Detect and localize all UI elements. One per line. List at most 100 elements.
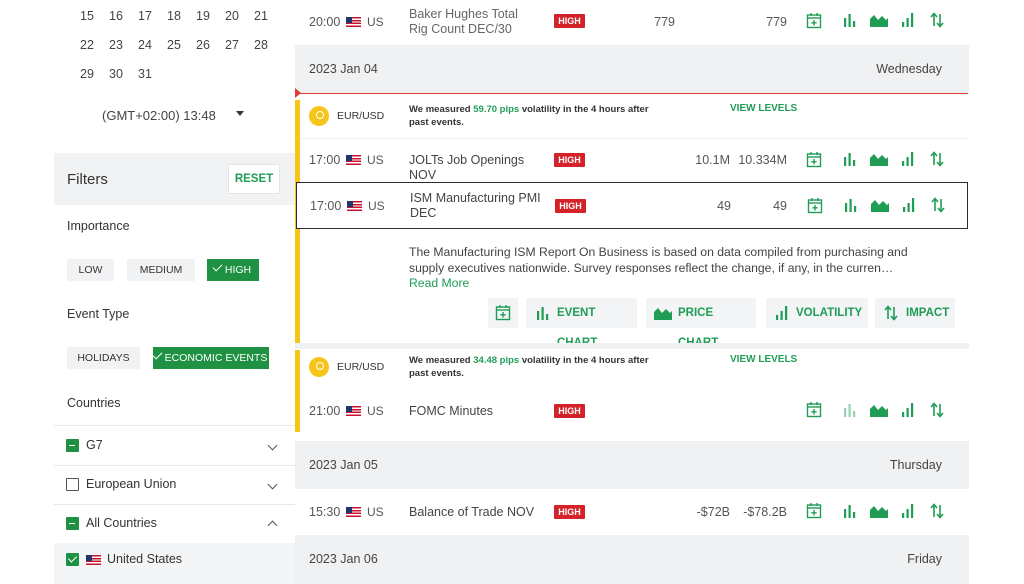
- impact-button[interactable]: IMPACT: [875, 298, 955, 328]
- event-chart-button[interactable]: EVENT CHART: [526, 298, 637, 328]
- calendar-day[interactable]: 31: [133, 67, 157, 81]
- calendar-day[interactable]: 18: [162, 9, 186, 23]
- event-type-holidays-button[interactable]: HOLIDAYS: [67, 347, 140, 369]
- checkbox[interactable]: [66, 478, 79, 491]
- event-name[interactable]: Baker Hughes Total Rig Count DEC/30: [409, 7, 539, 37]
- area-chart-icon[interactable]: [871, 198, 889, 212]
- event-type-economic-button[interactable]: ECONOMIC EVENTS: [153, 347, 269, 369]
- country-group-g7[interactable]: G7: [54, 426, 295, 464]
- partial-checkbox[interactable]: [66, 517, 79, 530]
- event-actual: -$72B: [670, 505, 730, 519]
- impact-arrows-icon[interactable]: [930, 12, 944, 28]
- event-country: US: [367, 404, 384, 418]
- event-row[interactable]: 20:00 US Baker Hughes Total Rig Count DE…: [295, 0, 969, 44]
- volatility-button[interactable]: VOLATILITY: [766, 298, 868, 328]
- calendar-day[interactable]: 15: [75, 9, 99, 23]
- event-row-selected[interactable]: 17:00 US ISM Manufacturing PMI DEC HIGH …: [296, 182, 968, 229]
- current-time-marker: [295, 88, 301, 98]
- area-chart-icon[interactable]: [870, 504, 888, 518]
- importance-badge: HIGH: [555, 199, 586, 213]
- view-levels-link[interactable]: VIEW LEVELS: [730, 103, 797, 114]
- importance-high-button[interactable]: HIGH: [207, 259, 259, 281]
- calendar-day[interactable]: 30: [104, 67, 128, 81]
- event-name[interactable]: Balance of Trade NOV: [409, 505, 549, 520]
- event-type-label: Event Type: [67, 307, 129, 321]
- calendar-day[interactable]: 17: [133, 9, 157, 23]
- checked-checkbox[interactable]: [66, 553, 79, 566]
- event-name[interactable]: ISM Manufacturing PMI DEC: [410, 191, 545, 221]
- calendar-day[interactable]: 21: [249, 9, 273, 23]
- event-actual: 10.1M: [670, 153, 730, 167]
- country-group-all[interactable]: All Countries: [54, 505, 295, 543]
- calendar-day[interactable]: 19: [191, 9, 215, 23]
- bar-chart-icon[interactable]: [843, 13, 857, 27]
- importance-medium-button[interactable]: MEDIUM: [127, 259, 195, 281]
- caret-down-icon: [236, 111, 244, 116]
- timezone-select[interactable]: (GMT+02:00) 13:48: [102, 108, 252, 126]
- area-chart-icon[interactable]: [870, 403, 888, 417]
- country-item-us[interactable]: United States: [54, 543, 295, 584]
- importance-low-button[interactable]: LOW: [67, 259, 114, 281]
- event-row[interactable]: 21:00 US FOMC Minutes HIGH: [295, 389, 969, 433]
- calendar-day[interactable]: 24: [133, 38, 157, 52]
- event-row[interactable]: 15:30 US Balance of Trade NOV HIGH -$72B…: [295, 490, 969, 534]
- country-label: All Countries: [86, 516, 157, 530]
- calendar-day[interactable]: 23: [104, 38, 128, 52]
- button-label: PRICE CHART: [678, 298, 756, 358]
- area-chart-icon[interactable]: [870, 13, 888, 27]
- calendar-plus-icon: [495, 304, 511, 321]
- currency-pair: EUR/USD: [337, 361, 384, 373]
- area-chart-icon[interactable]: [870, 152, 888, 166]
- pill-label: HIGH: [225, 264, 251, 276]
- volatility-icon[interactable]: [901, 403, 915, 417]
- volatility-icon[interactable]: [902, 198, 916, 212]
- calendar-day[interactable]: 25: [162, 38, 186, 52]
- calendar-week-row: 22 23 24 25 26 27 28: [54, 38, 295, 58]
- calendar-day[interactable]: 20: [220, 9, 244, 23]
- chevron-down-icon[interactable]: [268, 441, 278, 451]
- reset-button[interactable]: RESET: [228, 164, 280, 194]
- impact-arrows-icon[interactable]: [930, 151, 944, 167]
- add-to-calendar-button[interactable]: [488, 298, 518, 328]
- calendar-day[interactable]: 28: [249, 38, 273, 52]
- volatility-icon[interactable]: [901, 152, 915, 166]
- event-name[interactable]: FOMC Minutes: [409, 404, 539, 419]
- impact-arrows-icon[interactable]: [931, 197, 945, 213]
- economic-calendar-list: 20:00 US Baker Hughes Total Rig Count DE…: [295, 0, 969, 584]
- impact-arrows-icon[interactable]: [930, 503, 944, 519]
- event-name[interactable]: JOLTs Job Openings NOV: [409, 153, 549, 183]
- calendar-day[interactable]: 27: [220, 38, 244, 52]
- chevron-down-icon[interactable]: [268, 480, 278, 490]
- chevron-up-icon[interactable]: [268, 521, 278, 531]
- calendar-plus-icon[interactable]: [806, 151, 822, 168]
- pips-value: 59.70 pips: [473, 104, 519, 115]
- event-actual: 779: [615, 15, 675, 29]
- bar-chart-icon[interactable]: [844, 198, 858, 212]
- calendar-day[interactable]: 29: [75, 67, 99, 81]
- importance-badge: HIGH: [554, 14, 585, 28]
- calendar-day[interactable]: 16: [104, 9, 128, 23]
- price-chart-button[interactable]: PRICE CHART: [646, 298, 756, 328]
- calendar-plus-icon[interactable]: [806, 502, 822, 519]
- calendar-day[interactable]: 26: [191, 38, 215, 52]
- calendar-plus-icon[interactable]: [807, 197, 823, 214]
- filters-title: Filters: [67, 171, 108, 188]
- event-row[interactable]: 17:00 US JOLTs Job Openings NOV HIGH 10.…: [295, 139, 969, 183]
- calendar-plus-icon[interactable]: [806, 401, 822, 418]
- filters-sidebar: 15 16 17 18 19 20 21 22 23 24 25 26 27 2…: [54, 0, 295, 584]
- read-more-link[interactable]: Read More: [409, 276, 469, 290]
- pill-label: MEDIUM: [140, 264, 183, 276]
- calendar-day[interactable]: 22: [75, 38, 99, 52]
- partial-checkbox[interactable]: [66, 439, 79, 452]
- view-levels-link[interactable]: VIEW LEVELS: [730, 354, 797, 365]
- country-group-eu[interactable]: European Union: [54, 466, 295, 504]
- bar-chart-icon[interactable]: [843, 504, 857, 518]
- impact-arrows-icon[interactable]: [930, 402, 944, 418]
- volatility-icon[interactable]: [901, 13, 915, 27]
- bar-chart-icon[interactable]: [843, 152, 857, 166]
- weekday-label: Friday: [907, 552, 942, 566]
- volatility-icon[interactable]: [901, 504, 915, 518]
- event-time: 17:00: [310, 199, 341, 213]
- calendar-plus-icon[interactable]: [806, 12, 822, 29]
- volatility-icon: [775, 306, 789, 320]
